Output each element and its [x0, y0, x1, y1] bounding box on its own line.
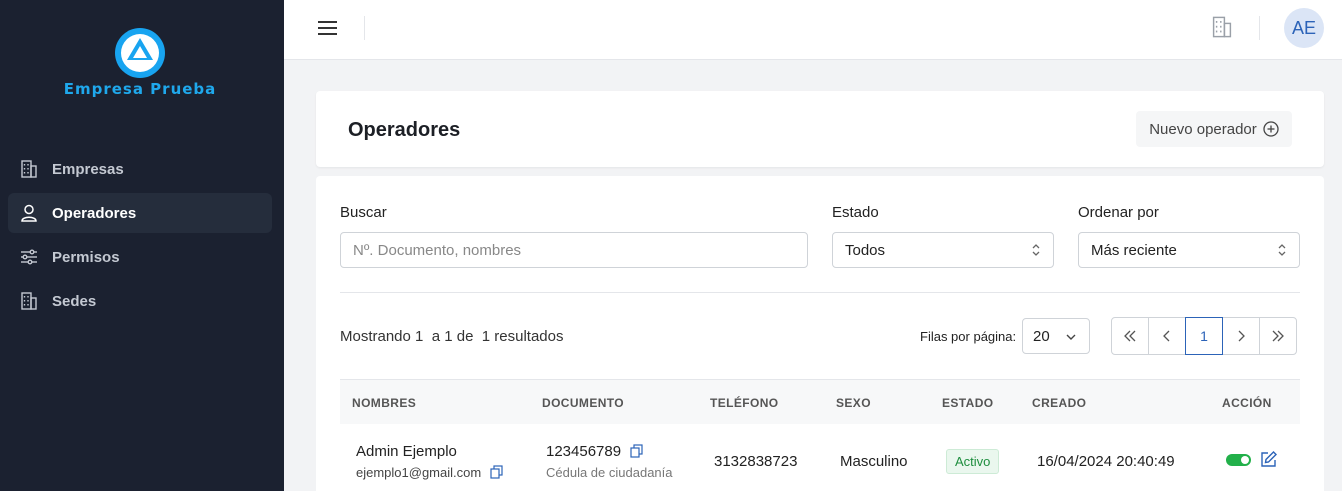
brand-name: Empresa Prueba [63, 80, 217, 98]
column-header[interactable]: CREADO [1032, 396, 1086, 410]
rows-per-page-select[interactable]: 20 [1022, 318, 1090, 354]
plus-circle-icon [1263, 121, 1279, 137]
column-header[interactable]: ESTADO [942, 396, 994, 410]
copy-icon[interactable] [630, 444, 643, 458]
updown-chevron-icon [1032, 244, 1040, 256]
sidebar-item-label: Operadores [52, 204, 137, 222]
edit-icon[interactable] [1259, 450, 1278, 469]
status-value: Todos [845, 241, 886, 259]
operators-card: Buscar Nº. Documento, nombres Estado Tod… [316, 176, 1324, 491]
search-input[interactable]: Nº. Documento, nombres [340, 232, 808, 268]
sidebar-item-operadores[interactable]: Operadores [8, 193, 272, 233]
sidebar-item-label: Permisos [52, 248, 120, 266]
rows-per-page-value: 20 [1033, 327, 1050, 345]
divider [364, 16, 365, 40]
prev-page-button[interactable] [1148, 317, 1186, 355]
sidebar-item-label: Sedes [52, 292, 97, 310]
page-number-button[interactable]: 1 [1185, 317, 1223, 355]
column-header[interactable]: TELÉFONO [710, 396, 779, 410]
user-icon [18, 202, 40, 224]
order-value: Más reciente [1091, 241, 1177, 259]
double-chevron-right-icon [1272, 330, 1284, 342]
divider [1259, 16, 1260, 40]
document-cell: 123456789 [546, 443, 643, 460]
chevron-down-icon [1066, 334, 1076, 340]
chevron-right-icon [1238, 330, 1245, 342]
page-header-card: Operadores Nuevo operador [316, 91, 1324, 167]
new-operator-button[interactable]: Nuevo operador [1136, 111, 1292, 147]
column-header: ACCIÓN [1222, 396, 1272, 410]
sliders-icon [18, 246, 40, 268]
order-label: Ordenar por [1078, 204, 1159, 221]
order-select[interactable]: Más reciente [1078, 232, 1300, 268]
sidebar-item-label: Empresas [52, 160, 124, 178]
status-toggle[interactable] [1226, 454, 1251, 466]
sex-value: Masculino [840, 453, 908, 470]
operator-email: ejemplo1@gmail.com [356, 465, 482, 480]
column-header[interactable]: DOCUMENTO [542, 396, 624, 410]
chevron-left-icon [1163, 330, 1170, 342]
building-icon [18, 290, 40, 312]
page-title: Operadores [348, 119, 461, 141]
created-date: 16/04/2024 20:40:49 [1037, 453, 1175, 470]
operator-email-cell: ejemplo1@gmail.com [356, 465, 503, 480]
company-logo-icon [115, 28, 165, 78]
sidebar-item-sedes[interactable]: Sedes [8, 281, 272, 321]
rows-per-page-label: Filas por página: [920, 329, 1017, 344]
pagination: 1 [1111, 317, 1297, 355]
sidebar-item-empresas[interactable]: Empresas [8, 149, 272, 189]
column-header[interactable]: SEXO [836, 396, 871, 410]
sidebar: Empresa Prueba Empresas Operadores Permi… [0, 0, 284, 491]
hamburger-menu-icon[interactable] [316, 16, 340, 40]
sidebar-item-permisos[interactable]: Permisos [8, 237, 272, 277]
double-chevron-left-icon [1124, 330, 1136, 342]
new-operator-label: Nuevo operador [1149, 120, 1257, 138]
last-page-button[interactable] [1259, 317, 1297, 355]
building-icon [18, 158, 40, 180]
status-label: Estado [832, 204, 879, 221]
results-summary: Mostrando 1 a 1 de 1 resultados [340, 328, 564, 345]
avatar[interactable]: AE [1284, 8, 1324, 48]
next-page-button[interactable] [1222, 317, 1260, 355]
divider [340, 292, 1300, 293]
document-type: Cédula de ciudadanía [546, 465, 673, 480]
phone-number: 3132838723 [714, 453, 798, 470]
table-header: NOMBRES DOCUMENTO TELÉFONO SEXO ESTADO C… [340, 379, 1300, 424]
status-badge: Activo [946, 449, 1000, 474]
status-select[interactable]: Todos [832, 232, 1054, 268]
document-number: 123456789 [546, 443, 622, 460]
operator-name: Admin Ejemplo [356, 443, 457, 460]
first-page-button[interactable] [1111, 317, 1149, 355]
column-header[interactable]: NOMBRES [352, 396, 416, 410]
search-placeholder: Nº. Documento, nombres [353, 241, 522, 259]
top-bar: AE [284, 0, 1342, 60]
building-icon[interactable] [1210, 15, 1234, 39]
updown-chevron-icon [1278, 244, 1286, 256]
search-label: Buscar [340, 204, 387, 221]
copy-icon[interactable] [490, 465, 503, 479]
